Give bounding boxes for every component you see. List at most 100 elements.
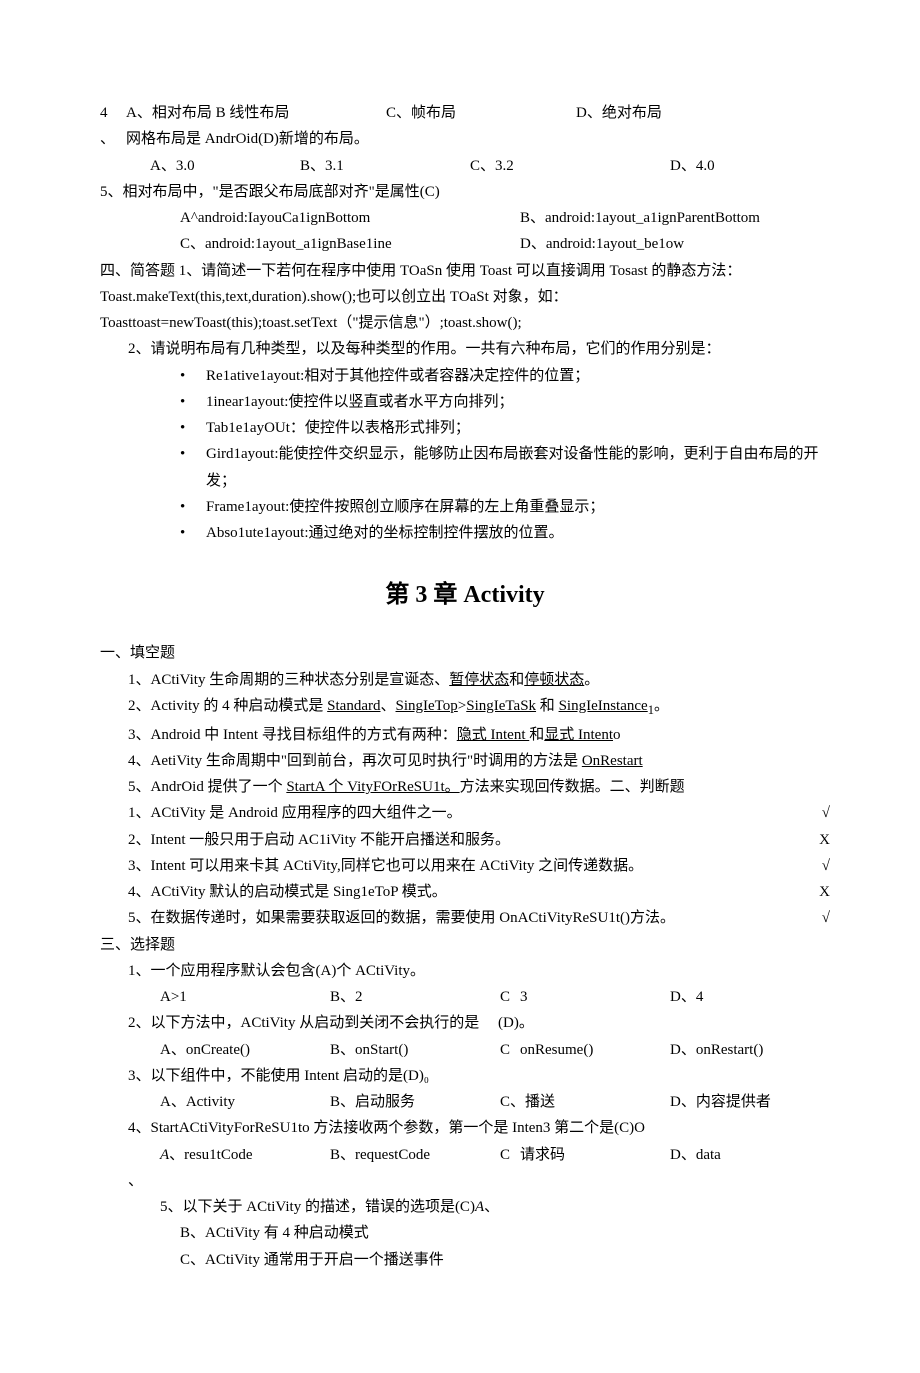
bullet-dot: •: [180, 494, 206, 520]
bullet-dot: •: [180, 441, 206, 494]
c: C: [500, 1037, 520, 1063]
t: 和: [536, 698, 559, 714]
fill-q1: 1、ACtiVity 生命周期的三种状态分别是宣诞态、暂停状态和停顿状态。: [100, 667, 830, 693]
a: A>1: [160, 984, 330, 1010]
mc-q3: 3、以下组件中，不能使用 Intent 启动的是(D)₀: [100, 1063, 830, 1089]
d: D、4: [670, 984, 830, 1010]
c: C: [500, 1142, 520, 1168]
ja: X: [800, 827, 830, 853]
mc-q4-line1: 4 A、相对布局 B 线性布局 C、帧布局 D、绝对布局: [100, 100, 830, 126]
grid-note-row: 、 网格布局是 AndrOid(D)新增的布局。: [100, 126, 830, 152]
bullet-text: Frame1ayout:使控件按照创立顺序在屏幕的左上角重叠显示；: [206, 494, 830, 520]
bullet-dot: •: [180, 389, 206, 415]
t: 和: [529, 727, 544, 743]
q5-opts-row2: C、android:1ayout_a1ignBase1ine D、android…: [100, 231, 830, 257]
ver-b: B、3.1: [300, 153, 470, 179]
bullet-5: •Abso1ute1ayout:通过绝对的坐标控制控件摆放的位置。: [100, 520, 830, 546]
bullet-dot: •: [180, 415, 206, 441]
bullet-text: Abso1ute1ayout:通过绝对的坐标控制控件摆放的位置。: [206, 520, 830, 546]
cv: onResume(): [520, 1037, 670, 1063]
c: C、播送: [500, 1089, 670, 1115]
ja: X: [800, 879, 830, 905]
sa-l3: Toasttoast=newToast(this);toast.setText（…: [100, 310, 830, 336]
t: 。: [654, 698, 669, 714]
ver-d: D、4.0: [670, 153, 715, 179]
u: 隐式 Intent: [457, 727, 530, 743]
u: 暂停状态: [449, 672, 509, 688]
bullet-text: Gird1ayout:能使控件交织显示，能够防止因布局嵌套对设备性能的影响，更利…: [206, 441, 830, 494]
cv: 请求码: [520, 1142, 670, 1168]
b: B、启动服务: [330, 1089, 500, 1115]
judge-4: 4、ACtiVity 默认的启动模式是 Sing1eToP 模式。X: [100, 879, 830, 905]
fill-q5: 5、AndrOid 提供了一个 StartA 个 VityFOrReSU1t。方…: [100, 774, 830, 800]
c: C: [500, 984, 520, 1010]
q2p: (D)。: [498, 1010, 534, 1036]
mc-q1-opts: A>1 B、2 C 3 D、4: [100, 984, 830, 1010]
q4-opt-d: D、绝对布局: [576, 100, 662, 126]
bullet-text: Tab1e1ayOUt：使控件以表格形式排列；: [206, 415, 830, 441]
bullet-3: •Gird1ayout:能使控件交织显示，能够防止因布局嵌套对设备性能的影响，更…: [100, 441, 830, 494]
q4-num: 4: [100, 100, 126, 126]
ja: √: [800, 853, 830, 879]
mc-q2-opts: A、onCreate() B、onStart() C onResume() D、…: [100, 1037, 830, 1063]
q2t: 2、以下方法中，ACtiVity 从启动到关闭不会执行的是: [128, 1010, 498, 1036]
t: >: [458, 698, 466, 714]
u: SingIeInstance: [559, 698, 648, 714]
mc-q2: 2、以下方法中，ACtiVity 从启动到关闭不会执行的是 (D)。: [100, 1010, 830, 1036]
b: B、requestCode: [330, 1142, 500, 1168]
t: 3、Android 中 Intent 寻找目标组件的方式有两种：: [128, 727, 457, 743]
ver-c: C、3.2: [470, 153, 670, 179]
judge-2: 2、Intent 一般只用于启动 AC1iVity 不能开启播送和服务。X: [100, 827, 830, 853]
bullet-dot: •: [180, 520, 206, 546]
t: 1、ACtiVity 生命周期的三种状态分别是宣诞态、: [128, 672, 449, 688]
bullet-4: •Frame1ayout:使控件按照创立顺序在屏幕的左上角重叠显示；: [100, 494, 830, 520]
t: 和: [509, 672, 524, 688]
q4-opt-ab: A、相对布局 B 线性布局: [126, 100, 386, 126]
bullet-dot: •: [180, 363, 206, 389]
mc-q1: 1、一个应用程序默认会包含(A)个 ACtiVity。: [100, 958, 830, 984]
d: D、内容提供者: [670, 1089, 830, 1115]
grid-note: 网格布局是 AndrOid(D)新增的布局。: [126, 126, 369, 152]
sa-l2: Toast.makeText(this,text,duration).show(…: [100, 284, 830, 310]
d: D、data: [670, 1142, 830, 1168]
version-row: A、3.0 B、3.1 C、3.2 D、4.0: [100, 153, 830, 179]
q5-d: D、android:1ayout_be1ow: [520, 231, 830, 257]
t: o: [613, 727, 621, 743]
q5-a: A^android:IayouCa1ignBottom: [180, 205, 520, 231]
fill-q2: 2、Activity 的 4 种启动模式是 Standard、SingIeTop…: [100, 693, 830, 722]
mc-q3-opts: A、Activity B、启动服务 C、播送 D、内容提供者: [100, 1089, 830, 1115]
jt: 5、在数据传递时，如果需要获取返回的数据，需要使用 OnACtiVityReSU…: [128, 905, 800, 931]
ver-a: A、3.0: [150, 153, 300, 179]
b: B、2: [330, 984, 500, 1010]
t: 方法来实现回传数据。二、判断题: [460, 779, 685, 795]
a: A、resu1tCode: [160, 1142, 330, 1168]
u: SingIeTop: [396, 698, 458, 714]
q5-c: C、android:1ayout_a1ignBase1ine: [180, 231, 520, 257]
bullet-2: •Tab1e1ayOUt：使控件以表格形式排列；: [100, 415, 830, 441]
jt: 4、ACtiVity 默认的启动模式是 Sing1eToP 模式。: [128, 879, 800, 905]
t: 4、AetiVity 生命周期中"回到前台，再次可见时执行"时调用的方法是: [128, 753, 582, 769]
judge-3: 3、Intent 可以用来卡其 ACtiVity,同样它也可以用来在 ACtiV…: [100, 853, 830, 879]
t: 。: [584, 672, 599, 688]
fill-q4: 4、AetiVity 生命周期中"回到前台，再次可见时执行"时调用的方法是 On…: [100, 748, 830, 774]
u: 显式 Intent: [544, 727, 613, 743]
u: Standard: [327, 698, 380, 714]
a: A、Activity: [160, 1089, 330, 1115]
q5: 5、相对布局中，"是否跟父布局底部对齐"是属性(C): [100, 179, 830, 205]
dun: 、: [100, 126, 126, 152]
t: 5、AndrOid 提供了一个: [128, 779, 286, 795]
b: B、onStart(): [330, 1037, 500, 1063]
jt: 1、ACtiVity 是 Android 应用程序的四大组件之一。: [128, 800, 800, 826]
bullet-text: Re1ative1ayout:相对于其他控件或者容器决定控件的位置；: [206, 363, 830, 389]
a: A、onCreate(): [160, 1037, 330, 1063]
bullet-0: •Re1ative1ayout:相对于其他控件或者容器决定控件的位置；: [100, 363, 830, 389]
cv: 3: [520, 984, 670, 1010]
mc-q5b: B、ACtiVity 有 4 种启动模式: [100, 1220, 830, 1246]
u: OnRestart: [582, 753, 643, 769]
bullet-1: •1inear1ayout:使控件以竖直或者水平方向排列；: [100, 389, 830, 415]
sa-heading: 四、简答题 1、请简述一下若何在程序中使用 TOaSn 使用 Toast 可以直…: [100, 258, 830, 284]
q4-opt-c: C、帧布局: [386, 100, 576, 126]
mc-q4-opts: A、resu1tCode B、requestCode C 请求码 D、data: [100, 1142, 830, 1168]
fill-heading: 一、填空题: [100, 640, 830, 666]
mc-q4: 4、StartACtiVityForReSU1to 方法接收两个参数，第一个是 …: [100, 1115, 830, 1141]
